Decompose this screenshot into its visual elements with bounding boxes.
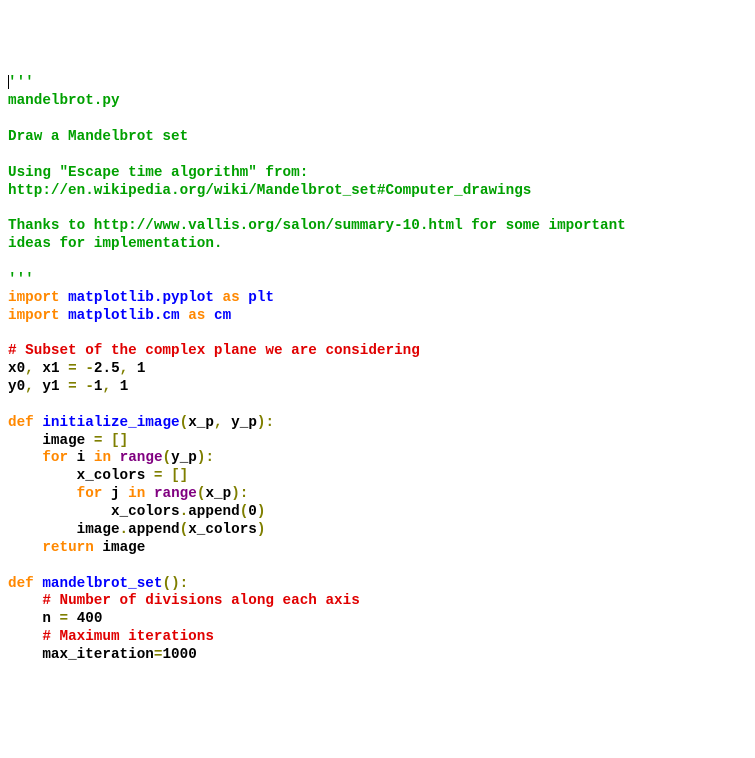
variable: i	[77, 450, 86, 466]
docstring-line: Thanks to http://www.vallis.org/salon/su…	[8, 218, 626, 234]
method: append	[128, 522, 179, 538]
operator: =	[154, 468, 163, 484]
keyword-as: as	[188, 308, 205, 324]
operator: ,	[25, 361, 34, 377]
docstring-line: Using "Escape time algorithm" from:	[8, 165, 308, 181]
operator: .	[180, 504, 189, 520]
docstring-close: '''	[8, 272, 34, 288]
variable: n	[42, 611, 51, 627]
variable: image	[42, 433, 85, 449]
number: 2.5	[94, 361, 120, 377]
module-name: matplotlib.cm	[68, 308, 180, 324]
operator: (	[162, 576, 171, 592]
function-name: initialize_image	[42, 415, 179, 431]
variable: image	[77, 522, 120, 538]
module-name: matplotlib.pyplot	[68, 290, 214, 306]
operator: :	[180, 576, 189, 592]
docstring-line: ideas for implementation.	[8, 236, 223, 252]
keyword-in: in	[128, 486, 145, 502]
operator: ]	[120, 433, 129, 449]
function-name: mandelbrot_set	[42, 576, 162, 592]
keyword-return: return	[42, 540, 93, 556]
operator: ,	[214, 415, 223, 431]
operator: =	[60, 611, 69, 627]
method: append	[188, 504, 239, 520]
variable: y1	[42, 379, 59, 395]
docstring-line: Draw a Mandelbrot set	[8, 129, 188, 145]
keyword-in: in	[94, 450, 111, 466]
number: 1	[120, 379, 129, 395]
comment-line: # Maximum iterations	[42, 629, 214, 645]
builtin-range: range	[120, 450, 163, 466]
operator: ,	[25, 379, 34, 395]
variable: image	[102, 540, 145, 556]
operator: [	[171, 468, 180, 484]
alias-name: plt	[248, 290, 274, 306]
operator: )	[257, 522, 266, 538]
number: 0	[248, 504, 257, 520]
operator: =	[94, 433, 103, 449]
docstring-line: http://en.wikipedia.org/wiki/Mandelbrot_…	[8, 183, 531, 199]
keyword-for: for	[42, 450, 68, 466]
operator: )	[171, 576, 180, 592]
number: 1	[137, 361, 146, 377]
operator: :	[205, 450, 214, 466]
variable: j	[111, 486, 120, 502]
operator: -	[85, 379, 94, 395]
variable: y_p	[171, 450, 197, 466]
operator: =	[68, 361, 77, 377]
operator: (	[163, 450, 172, 466]
comment-line: # Subset of the complex plane we are con…	[8, 343, 420, 359]
docstring-line: mandelbrot.py	[8, 93, 120, 109]
variable: x1	[42, 361, 59, 377]
operator: =	[68, 379, 77, 395]
operator: [	[111, 433, 120, 449]
number: 400	[77, 611, 103, 627]
operator: .	[120, 522, 129, 538]
variable: x_colors	[77, 468, 146, 484]
docstring-open: '''	[8, 75, 34, 91]
keyword-import: import	[8, 308, 59, 324]
keyword-def: def	[8, 576, 34, 592]
keyword-def: def	[8, 415, 34, 431]
operator: :	[240, 486, 249, 502]
operator: ,	[120, 361, 129, 377]
code-editor[interactable]: ''' mandelbrot.py Draw a Mandelbrot set …	[8, 75, 747, 664]
number: 1000	[162, 647, 196, 663]
parameter: x_p	[188, 415, 214, 431]
alias-name: cm	[214, 308, 231, 324]
builtin-range: range	[154, 486, 197, 502]
variable: max_iteration	[42, 647, 154, 663]
operator: (	[240, 504, 249, 520]
variable: y0	[8, 379, 25, 395]
operator: (	[180, 522, 189, 538]
operator: :	[266, 415, 275, 431]
variable: x_colors	[188, 522, 257, 538]
number: 1	[94, 379, 103, 395]
comment-line: # Number of divisions along each axis	[42, 593, 359, 609]
variable: x_p	[205, 486, 231, 502]
variable: x0	[8, 361, 25, 377]
operator: (	[180, 415, 189, 431]
operator: -	[85, 361, 94, 377]
operator: )	[257, 415, 266, 431]
keyword-import: import	[8, 290, 59, 306]
operator: ,	[103, 379, 112, 395]
operator: )	[231, 486, 240, 502]
keyword-as: as	[223, 290, 240, 306]
operator: )	[257, 504, 266, 520]
operator: ]	[180, 468, 189, 484]
operator: =	[154, 647, 163, 663]
variable: x_colors	[111, 504, 180, 520]
parameter: y_p	[231, 415, 257, 431]
keyword-for: for	[77, 486, 103, 502]
